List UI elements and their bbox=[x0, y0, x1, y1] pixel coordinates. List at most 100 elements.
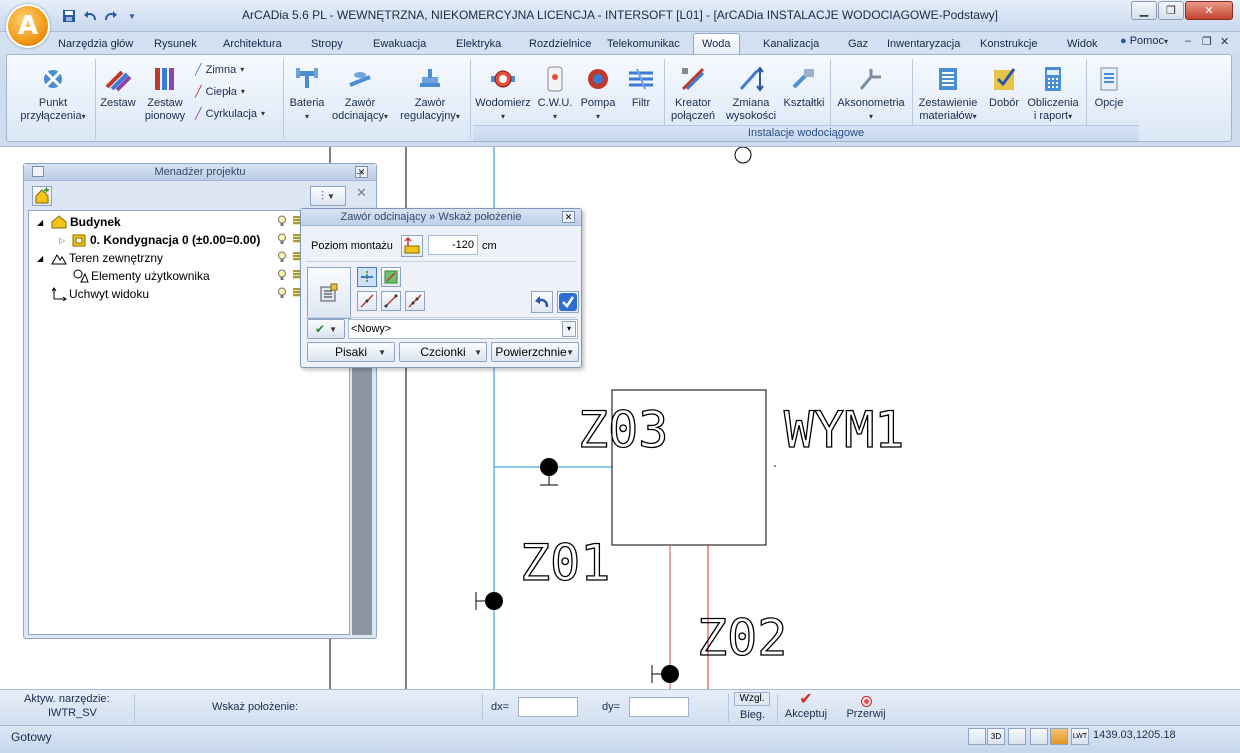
ribbon-minimize-button[interactable]: – bbox=[1185, 35, 1191, 47]
panel-hide-icon[interactable]: ✕ bbox=[356, 186, 370, 200]
tab-kanalizacja[interactable]: Kanalizacja bbox=[763, 35, 819, 54]
properties-button[interactable] bbox=[307, 267, 351, 319]
powierzchnie-button[interactable]: Powierzchnie ▼ bbox=[491, 342, 579, 362]
pompa-button[interactable]: Pompa ▾ bbox=[577, 65, 619, 123]
panel-pin-icon[interactable]: + bbox=[356, 166, 370, 180]
punkt-przylaczenia-button[interactable]: Punkt przyłączenia▾ bbox=[13, 65, 93, 123]
wodomierz-button[interactable]: Wodomierz ▾ bbox=[472, 65, 534, 123]
tab-narzedzia[interactable]: Narzędzia głów bbox=[58, 35, 133, 54]
valve-z01-symbol[interactable] bbox=[485, 592, 503, 610]
ksztaltki-button[interactable]: Kształtki bbox=[781, 65, 827, 110]
tree-item-teren[interactable]: ◢ Teren zewnętrzny bbox=[37, 249, 163, 267]
tab-telekomunikacja[interactable]: Telekomunikac bbox=[607, 35, 680, 54]
bateria-button[interactable]: Bateria ▾ bbox=[285, 65, 329, 123]
tab-elektryka[interactable]: Elektryka bbox=[456, 35, 501, 54]
style-select[interactable]: <Nowy> ▾ bbox=[348, 319, 578, 339]
tree-item-budynek[interactable]: ◢ Budynek bbox=[37, 213, 121, 231]
cyrkulacja-button[interactable]: ╱ Cyrkulacja ▾ bbox=[195, 107, 265, 121]
kreator-polaczen-button[interactable]: Kreator połączeń bbox=[667, 65, 719, 123]
zawor-regulacyjny-button[interactable]: Zawór regulacyjny▾ bbox=[395, 65, 465, 123]
dx-input[interactable] bbox=[518, 697, 578, 717]
insert-mode-2-button[interactable] bbox=[381, 267, 401, 287]
layout-view-icon[interactable] bbox=[968, 728, 986, 745]
add-building-button[interactable] bbox=[32, 186, 52, 206]
app-menu-button[interactable]: A bbox=[6, 4, 50, 48]
close-button[interactable]: ✕ bbox=[1185, 1, 1233, 20]
valve-placement-dialog: Zawór odcinający » Wskaż położenie ✕ Poz… bbox=[300, 208, 582, 368]
ribbon-close-button[interactable]: ✕ bbox=[1220, 35, 1229, 48]
relative-toggle-button[interactable]: Wzgl. bbox=[734, 692, 770, 706]
tree-item-elementy[interactable]: Elementy użytkownika bbox=[73, 267, 210, 285]
zimna-button[interactable]: ╱ Zimna ▾ bbox=[195, 63, 244, 77]
draw-line-3-button[interactable] bbox=[405, 291, 425, 311]
tab-widok[interactable]: Widok bbox=[1067, 35, 1098, 54]
tab-gaz[interactable]: Gaz bbox=[848, 35, 868, 54]
zestaw-button[interactable]: Zestaw bbox=[97, 65, 139, 110]
visibility-bulb-icon[interactable] bbox=[277, 269, 287, 281]
3d-view-icon[interactable]: 3D bbox=[987, 728, 1005, 745]
zawor-odcinajacy-button[interactable]: Zawór odcinający▾ bbox=[329, 65, 391, 123]
zmiana-wysokosci-button[interactable]: Zmiana wysokości bbox=[723, 65, 779, 123]
dy-input[interactable] bbox=[629, 697, 689, 717]
cwu-button[interactable]: C.W.U. ▾ bbox=[537, 65, 573, 123]
tab-rozdzielnice[interactable]: Rozdzielnice bbox=[529, 35, 591, 54]
filter-dropdown-button[interactable]: ⫶ ▼ bbox=[310, 186, 346, 206]
style-accept-dropdown[interactable]: ✔ ▼ bbox=[307, 319, 345, 339]
visibility-bulb-icon[interactable] bbox=[277, 287, 287, 299]
tree-item-uchwyt[interactable]: Uchwyt widoku bbox=[51, 285, 149, 303]
draw-line-2-button[interactable] bbox=[381, 291, 401, 311]
ciepla-button[interactable]: ╱ Ciepła ▾ bbox=[195, 85, 245, 99]
pisaki-button[interactable]: Pisaki ▼ bbox=[307, 342, 395, 362]
project-manager-header[interactable]: Menadżer projektu ✕ bbox=[24, 164, 376, 181]
ribbon-restore-button[interactable]: ❐ bbox=[1202, 35, 1212, 48]
valve-z03-symbol[interactable] bbox=[540, 458, 558, 476]
zestaw-pionowy-button[interactable]: Zestaw pionowy bbox=[141, 65, 189, 123]
confirm-button[interactable] bbox=[557, 291, 579, 313]
expand-arrow-icon[interactable]: ▷ bbox=[59, 236, 71, 245]
vertical-set-icon bbox=[155, 68, 174, 90]
minimize-button[interactable]: ▁ bbox=[1131, 1, 1157, 20]
poziom-input[interactable]: -120 bbox=[428, 235, 478, 255]
tab-rysunek[interactable]: Rysunek bbox=[154, 35, 197, 54]
tab-architektura[interactable]: Architektura bbox=[223, 35, 282, 54]
undo-button[interactable] bbox=[531, 291, 553, 313]
active-tool-label: Aktyw. narzędzie: bbox=[24, 693, 110, 705]
dialog-header[interactable]: Zawór odcinający » Wskaż położenie ✕ bbox=[301, 209, 581, 226]
zestawienie-materialow-button[interactable]: Zestawienie materiałów▾ bbox=[913, 65, 983, 123]
accept-button[interactable]: ✔ Akceptuj bbox=[783, 692, 829, 724]
dobor-label: Dobór bbox=[989, 97, 1019, 109]
valve-z02-symbol[interactable] bbox=[661, 665, 679, 683]
filtr-button[interactable]: Filtr bbox=[623, 65, 659, 110]
lwt-icon[interactable]: LWT bbox=[1071, 728, 1089, 745]
collapse-arrow-icon[interactable]: ◢ bbox=[37, 254, 51, 263]
dialog-close-icon[interactable]: ✕ bbox=[562, 211, 575, 223]
grid-icon[interactable] bbox=[1030, 728, 1048, 745]
tab-woda[interactable]: Woda bbox=[693, 33, 740, 54]
maximize-button[interactable]: ❐ bbox=[1158, 1, 1184, 20]
tab-konstrukcje[interactable]: Konstrukcje bbox=[980, 35, 1037, 54]
snap-icon[interactable] bbox=[1050, 728, 1068, 745]
visibility-bulb-icon[interactable] bbox=[277, 233, 287, 245]
mounting-level-button[interactable] bbox=[401, 235, 423, 257]
tab-inwentaryzacja[interactable]: Inwentaryzacja bbox=[887, 35, 960, 54]
tree-item-kondygnacja[interactable]: ▷ 0. Kondygnacja 0 (±0.00=0.00) bbox=[59, 231, 260, 249]
help-menu[interactable]: ● Pomoc▾ bbox=[1120, 35, 1168, 47]
riser-symbol[interactable] bbox=[734, 147, 752, 164]
abort-button[interactable]: Przerwij bbox=[843, 692, 889, 724]
dobor-button[interactable]: Dobór bbox=[985, 65, 1023, 110]
tab-ewakuacja[interactable]: Ewakuacja bbox=[373, 35, 426, 54]
bieg-label[interactable]: Bieg. bbox=[740, 709, 765, 721]
obliczenia-button[interactable]: Obliczenia i raport▾ bbox=[1023, 65, 1083, 123]
collapse-arrow-icon[interactable]: ◢ bbox=[37, 218, 51, 227]
style-menu-icon[interactable]: ▾ bbox=[562, 321, 576, 337]
visibility-bulb-icon[interactable] bbox=[277, 215, 287, 227]
ortho-icon[interactable] bbox=[1008, 728, 1026, 745]
opcje-button[interactable]: Opcje bbox=[1089, 65, 1129, 110]
insert-mode-button[interactable] bbox=[357, 267, 377, 287]
ribbon-separator bbox=[95, 59, 96, 139]
visibility-bulb-icon[interactable] bbox=[277, 251, 287, 263]
czcionki-button[interactable]: Czcionki ▼ bbox=[399, 342, 487, 362]
tab-stropy[interactable]: Stropy bbox=[311, 35, 343, 54]
draw-line-button[interactable] bbox=[357, 291, 377, 311]
aksonometria-button[interactable]: Aksonometria ▾ bbox=[833, 65, 909, 123]
